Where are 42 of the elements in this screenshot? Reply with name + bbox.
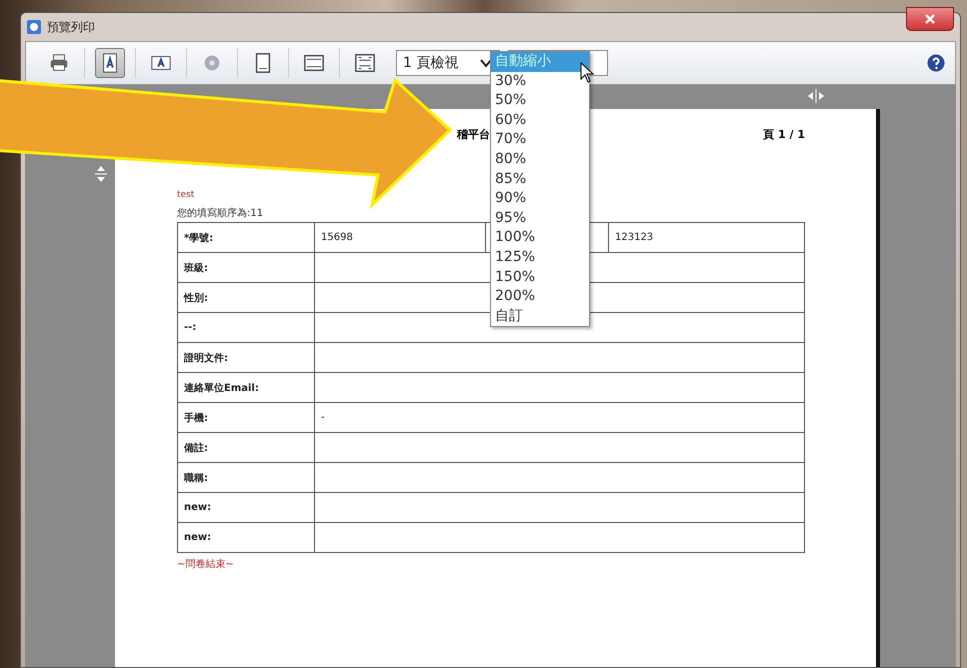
help-icon[interactable] [927, 54, 945, 72]
field-label: --: [178, 312, 314, 342]
field-label: 手機: [178, 402, 314, 432]
dropdown-option[interactable]: 自訂 [491, 306, 589, 326]
margin-handle-icon[interactable] [95, 165, 107, 183]
app-icon [27, 20, 41, 34]
field-label: 班級: [178, 252, 314, 282]
field-value: - [314, 402, 804, 432]
caret-icon [479, 58, 493, 68]
margin-handle-icon[interactable] [807, 89, 825, 103]
printer-icon [48, 52, 70, 74]
close-button[interactable] [906, 7, 954, 31]
dropdown-option[interactable]: 50% [491, 91, 589, 111]
form-title: test [177, 190, 194, 200]
dropdown-option[interactable]: 80% [491, 150, 589, 170]
dropdown-option[interactable]: 70% [491, 130, 589, 150]
dropdown-option[interactable]: 85% [491, 170, 589, 190]
field-label: new: [178, 522, 314, 552]
portrait-page-button[interactable] [95, 48, 125, 78]
order-note: 您的填寫順序為:11 [177, 206, 264, 220]
field-value: 15698 [314, 222, 486, 252]
form-footer: ~問卷結束~ [177, 557, 876, 571]
page-header: 稽平台 [457, 127, 490, 142]
page-number: 頁 1 / 1 [763, 127, 805, 142]
field-value: 123123 [608, 222, 804, 252]
field-label: new: [178, 492, 314, 522]
field-label: 職稱: [178, 462, 314, 492]
close-icon [924, 13, 936, 25]
field-label: 連絡單位Email: [178, 372, 314, 402]
dropdown-option[interactable]: 150% [491, 268, 589, 288]
field-label: *學號: [178, 222, 314, 252]
dropdown-option[interactable]: 95% [491, 208, 589, 228]
field-label: 證明文件: [178, 342, 314, 372]
window-title: 預覽列印 [47, 18, 95, 36]
field-label: 性別: [178, 282, 314, 312]
dropdown-option[interactable]: 125% [491, 248, 589, 268]
dropdown-option[interactable]: 200% [491, 287, 589, 307]
full-page-icon [354, 52, 376, 74]
dropdown-option[interactable]: 60% [491, 110, 589, 130]
dropdown-option[interactable]: 90% [491, 189, 589, 209]
field-label: 備註: [178, 432, 314, 462]
header-footer-icon [303, 52, 325, 74]
